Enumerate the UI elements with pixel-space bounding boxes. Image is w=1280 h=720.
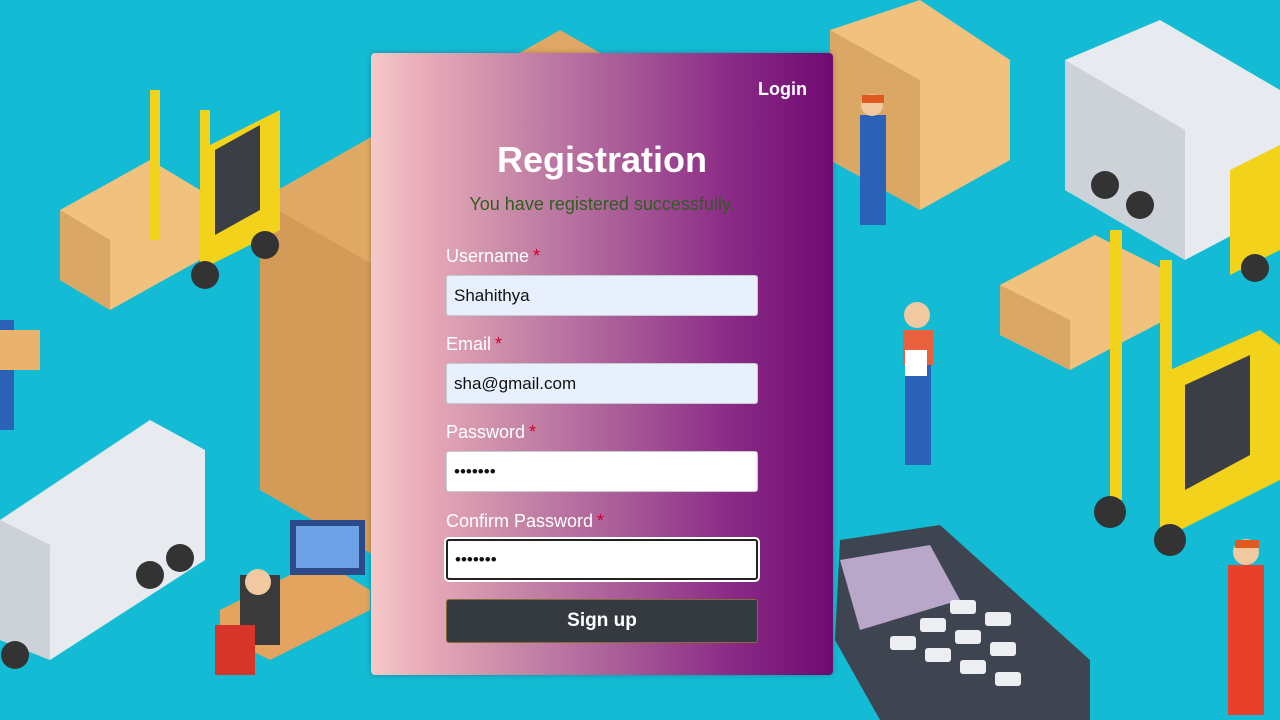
confirm-password-input[interactable] <box>446 539 758 580</box>
email-input[interactable] <box>446 363 758 404</box>
worker-bottom-right <box>1228 539 1264 715</box>
password-label-text: Password <box>446 422 526 442</box>
forklift-left <box>60 90 280 310</box>
email-label-text: Email <box>446 334 492 354</box>
trailer-left <box>0 420 205 669</box>
payment-terminal <box>835 525 1090 720</box>
password-input[interactable] <box>446 451 758 492</box>
worker-woman-clipboard <box>903 302 933 465</box>
email-label: Email * <box>446 334 502 355</box>
worker-left <box>0 320 40 430</box>
username-input[interactable] <box>446 275 758 316</box>
password-label: Password * <box>446 422 536 443</box>
required-mark: * <box>533 246 541 266</box>
success-message: You have registered successfully. <box>469 194 735 214</box>
username-label: Username * <box>446 246 540 267</box>
login-link[interactable]: Login <box>758 79 807 100</box>
confirm-password-label: Confirm Password * <box>446 511 604 532</box>
pallet-boxes-top-right <box>830 0 1010 225</box>
required-mark: * <box>597 511 605 531</box>
forklift-right <box>1000 230 1280 556</box>
required-mark: * <box>495 334 503 354</box>
sign-up-button[interactable]: Sign up <box>446 599 758 643</box>
confirm-password-label-text: Confirm Password <box>446 511 594 531</box>
office-worker-desk <box>215 520 370 675</box>
username-label-text: Username <box>446 246 530 266</box>
page-title: Registration <box>496 139 708 180</box>
registration-card: Login Registration You have registered s… <box>371 53 833 675</box>
required-mark: * <box>529 422 537 442</box>
